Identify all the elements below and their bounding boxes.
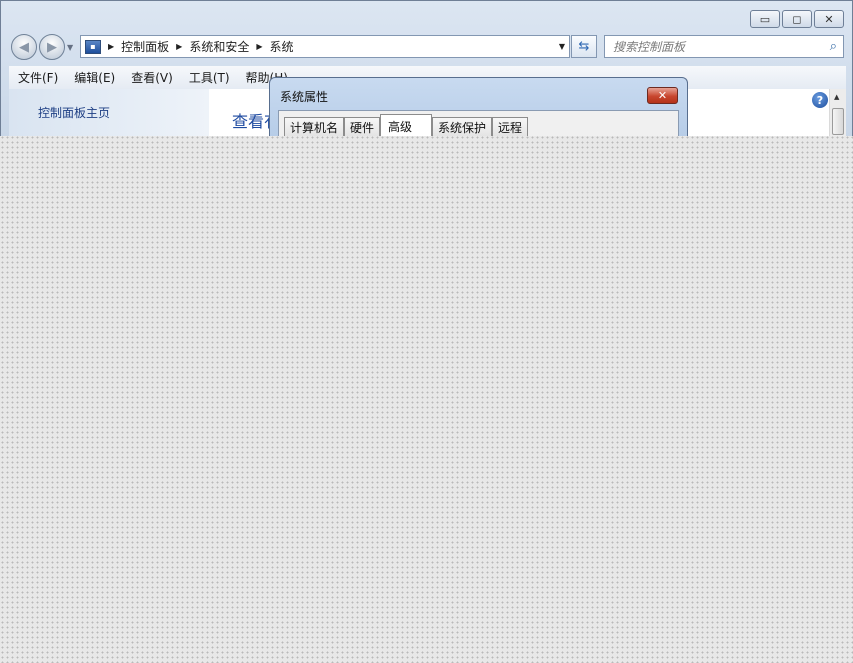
help-icon[interactable]: ? [812,92,828,108]
caption-buttons: ▭ ◻ ✕ [750,10,844,28]
scroll-thumb[interactable] [832,108,844,135]
breadcrumb-separator-icon[interactable]: ▶ [176,42,182,51]
dialog-body: 计算机名 硬件 高级 系统保护 远程 [278,110,679,136]
dialog-close-button[interactable]: ✕ [647,87,678,104]
menu-view[interactable]: 查看(V) [131,69,173,86]
menu-file[interactable]: 文件(F) [18,69,58,86]
close-icon: ✕ [657,89,668,102]
breadcrumb-system[interactable]: 系统 [270,38,294,55]
tab-advanced[interactable]: 高级 [380,114,433,136]
address-dropdown-icon[interactable]: ▼ [559,42,565,51]
forward-button[interactable]: ▶ [39,34,65,60]
back-arrow-icon: ◀ [19,39,29,55]
scroll-up-icon[interactable]: ▲ [834,93,839,101]
dialog-title: 系统属性 [280,90,329,104]
address-bar[interactable]: ▪ ▶ 控制面板 ▶ 系统和安全 ▶ 系统 ▼ [80,35,570,58]
left-pane: 控制面板主页 [9,89,209,136]
tab-hardware[interactable]: 硬件 [344,117,381,136]
menu-tools[interactable]: 工具(T) [189,69,230,86]
maximize-icon: ◻ [792,12,802,26]
dialog-tabs: 计算机名 硬件 高级 系统保护 远程 [284,114,529,136]
control-panel-icon: ▪ [85,39,101,54]
search-input[interactable]: 搜索控制面板 [613,38,685,55]
refresh-icon: ⇆ [578,39,590,54]
control-panel-home-link[interactable]: 控制面板主页 [38,104,110,121]
refresh-button[interactable]: ⇆ [571,35,597,58]
breadcrumb-separator-icon[interactable]: ▶ [108,42,114,51]
recent-pages-dropdown[interactable]: ▼ [67,43,73,52]
search-box[interactable]: 搜索控制面板 ⌕ [604,35,844,58]
chevron-down-icon: ▼ [67,43,74,52]
breadcrumb-control-panel[interactable]: 控制面板 [121,38,169,55]
close-button[interactable]: ✕ [814,10,844,28]
menu-edit[interactable]: 编辑(E) [74,69,115,86]
minimize-button[interactable]: ▭ [750,10,780,28]
tab-computer-name[interactable]: 计算机名 [284,117,345,136]
vertical-scrollbar[interactable]: ▲ [829,89,846,136]
minimize-icon: ▭ [759,12,771,26]
back-button[interactable]: ◀ [11,34,37,60]
system-properties-dialog: 系统属性 ✕ 计算机名 硬件 高级 系统保护 远程 [269,77,688,136]
tab-system-protection[interactable]: 系统保护 [432,117,493,136]
forward-arrow-icon: ▶ [47,39,57,55]
breadcrumb-system-security[interactable]: 系统和安全 [189,38,249,55]
maximize-button[interactable]: ◻ [782,10,812,28]
tab-remote[interactable]: 远程 [492,117,529,136]
breadcrumb-separator-icon[interactable]: ▶ [256,42,262,51]
search-icon[interactable]: ⌕ [830,39,837,54]
close-icon: ✕ [824,12,834,26]
